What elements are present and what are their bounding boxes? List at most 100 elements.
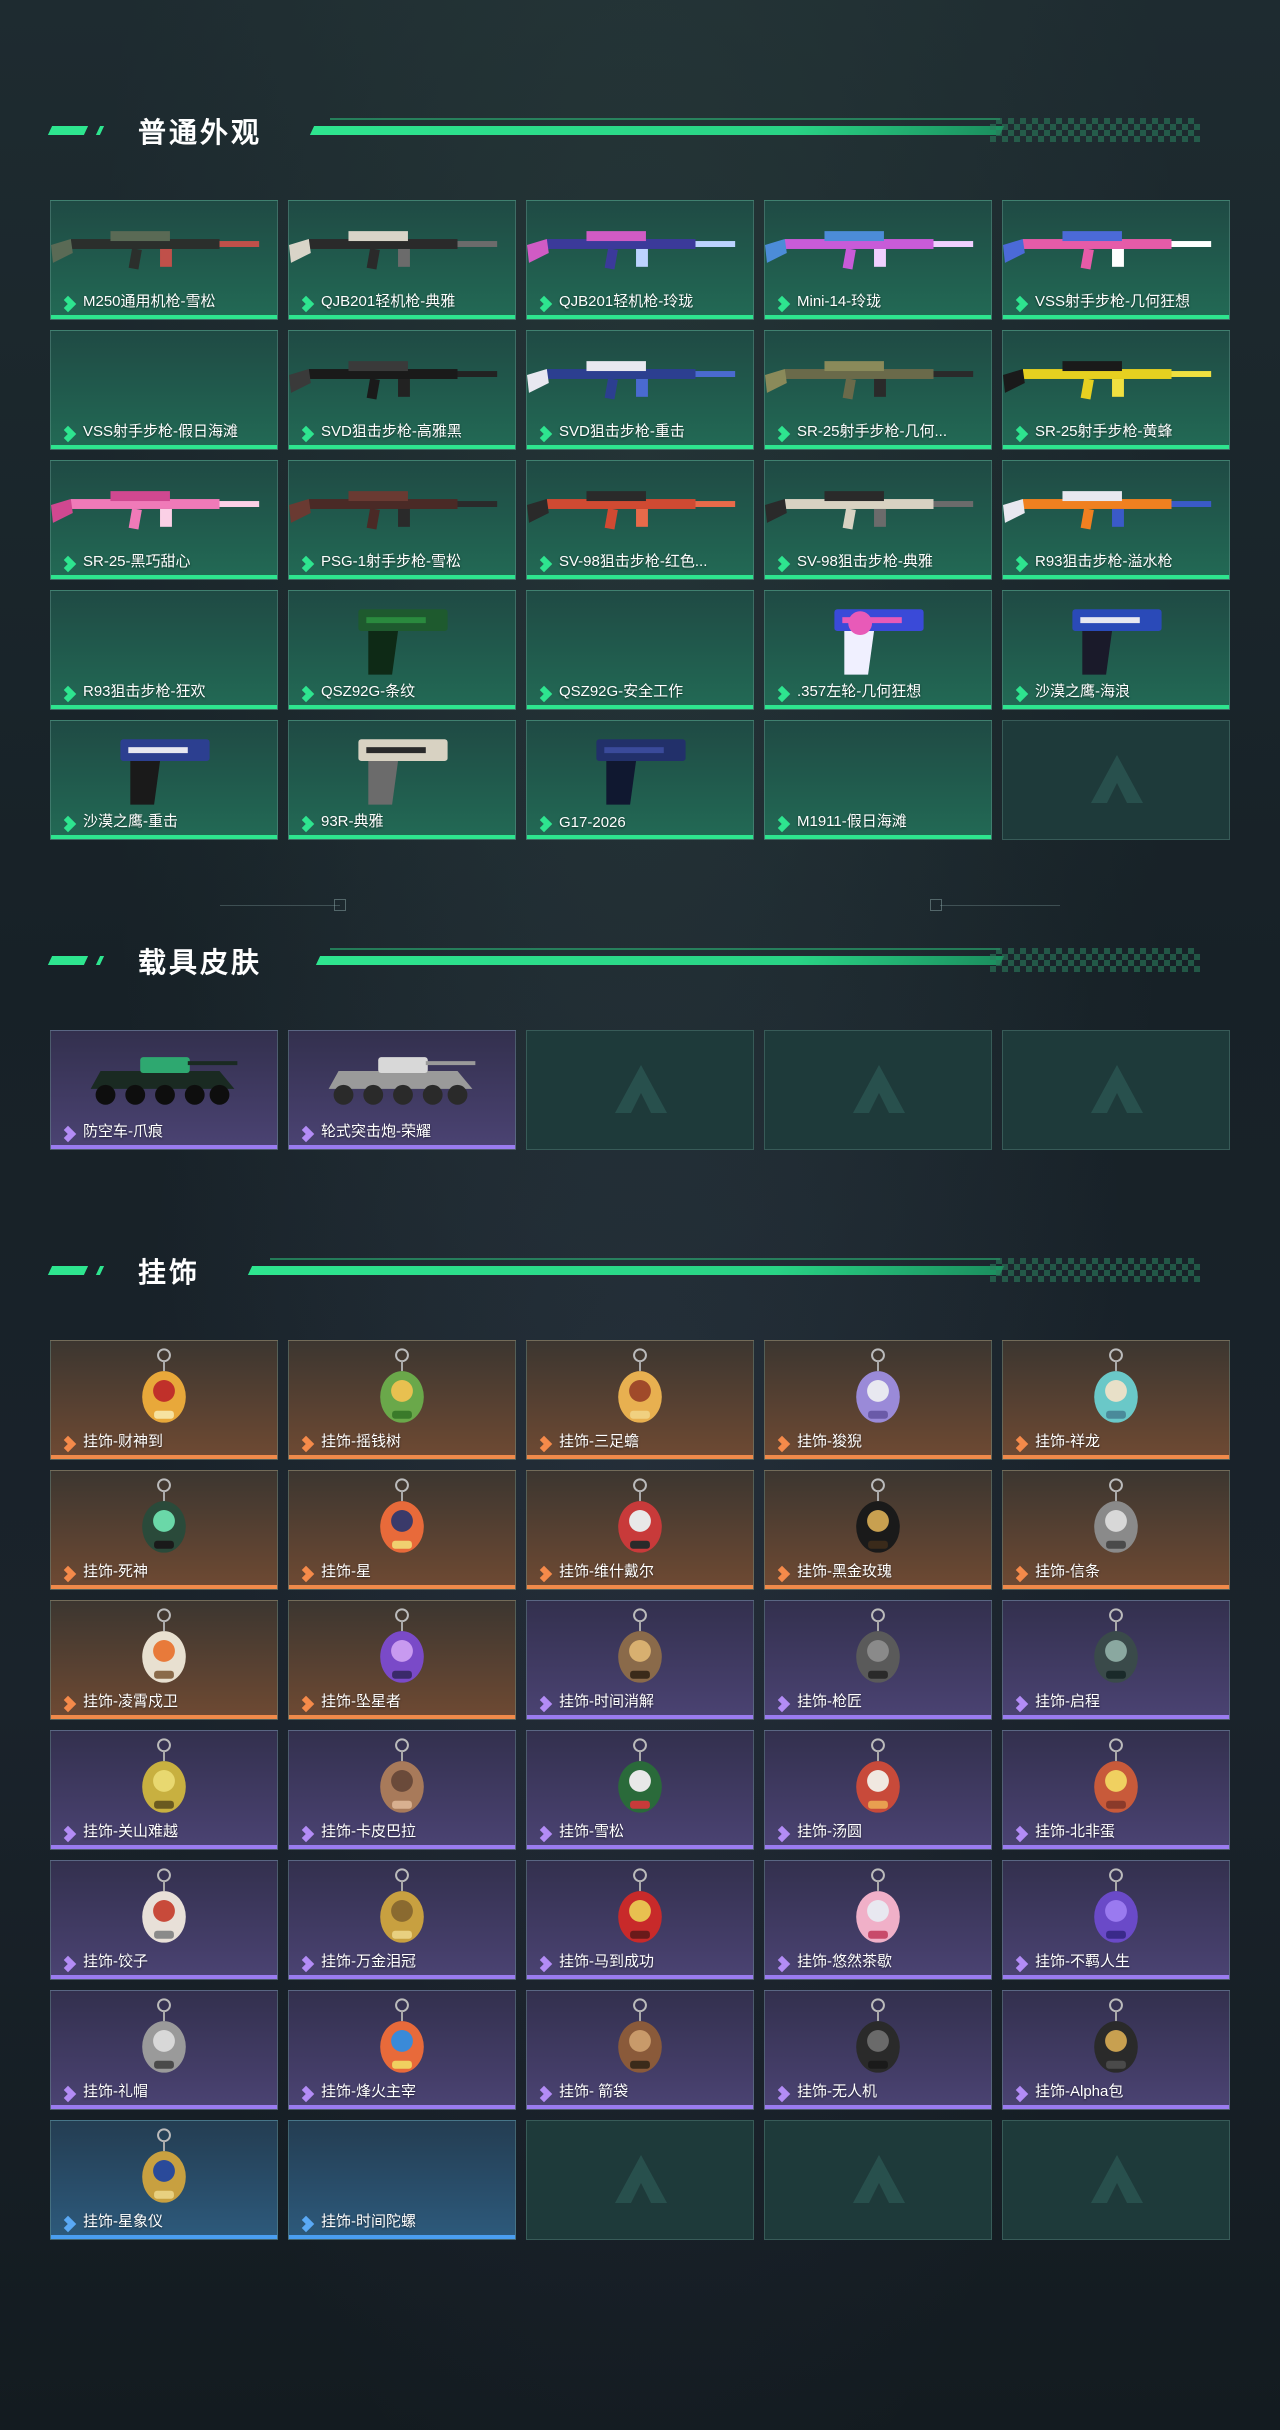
skin-card[interactable]: 沙漠之鹰-海浪 — [1002, 590, 1230, 710]
skin-card[interactable]: 挂饰-祥龙 — [1002, 1340, 1230, 1460]
skin-card[interactable]: 挂饰-饺子 — [50, 1860, 278, 1980]
skin-card[interactable]: 挂饰-星 — [288, 1470, 516, 1590]
gun-receiver — [110, 491, 170, 502]
gun-magazine — [398, 378, 410, 397]
skin-card[interactable]: 挂饰-枪匠 — [764, 1600, 992, 1720]
skin-card[interactable]: 挂饰-死神 — [50, 1470, 278, 1590]
skin-card[interactable]: M250通用机枪-雪松 — [50, 200, 278, 320]
charm-ring — [395, 1868, 409, 1883]
rarity-diamond-icon — [301, 295, 315, 313]
gun-receiver — [1062, 231, 1122, 242]
pistol-grip — [368, 761, 399, 805]
vehicle-turret — [378, 1057, 428, 1074]
skin-card[interactable]: SR-25-黑巧甜心 — [50, 460, 278, 580]
skin-card[interactable]: G17-2026 — [526, 720, 754, 840]
skin-card[interactable]: 挂饰-马到成功 — [526, 1860, 754, 1980]
skin-card[interactable]: R93狙击步枪-狂欢 — [50, 590, 278, 710]
skin-card[interactable]: R93狙击步枪-溢水枪 — [1002, 460, 1230, 580]
skin-card[interactable]: 挂饰-礼帽 — [50, 1990, 278, 2110]
skin-card[interactable]: 挂饰-时间陀螺 — [288, 2120, 516, 2240]
gun-magazine — [398, 248, 410, 267]
skin-card[interactable]: 挂饰-Alpha包 — [1002, 1990, 1230, 2110]
skin-card[interactable]: 挂饰-时间消解 — [526, 1600, 754, 1720]
rarity-diamond-icon — [777, 1695, 791, 1713]
skin-card[interactable]: SR-25射手步枪-几何... — [764, 330, 992, 450]
charm-detail — [629, 1900, 651, 1922]
pistol-detail — [366, 617, 426, 624]
item-label: PSG-1射手步枪-雪松 — [321, 553, 462, 570]
skin-card[interactable]: 挂饰-三足蟾 — [526, 1340, 754, 1460]
skin-card[interactable]: .357左轮-几何狂想 — [764, 590, 992, 710]
rarity-diamond-icon — [301, 1695, 315, 1713]
skin-card[interactable]: VSS射手步枪-假日海滩 — [50, 330, 278, 450]
skin-card[interactable]: 挂饰-卡皮巴拉 — [288, 1730, 516, 1850]
item-label: SR-25-黑巧甜心 — [83, 553, 191, 570]
skin-card[interactable]: 挂饰-不羁人生 — [1002, 1860, 1230, 1980]
item-image — [380, 1608, 424, 1683]
gun-barrel — [457, 501, 498, 507]
skin-card[interactable]: 挂饰-悠然茶歇 — [764, 1860, 992, 1980]
skin-card[interactable]: SV-98狙击步枪-典雅 — [764, 460, 992, 580]
skin-card[interactable]: 挂饰-凌霄戍卫 — [50, 1600, 278, 1720]
skin-card[interactable]: 93R-典雅 — [288, 720, 516, 840]
item-image — [51, 591, 277, 681]
skin-card[interactable]: 挂饰-北非蛋 — [1002, 1730, 1230, 1850]
skin-card[interactable]: 挂饰-关山难越 — [50, 1730, 278, 1850]
charm-detail — [1105, 2030, 1127, 2052]
item-image — [380, 1738, 424, 1813]
skin-card[interactable]: QJB201轻机枪-典雅 — [288, 200, 516, 320]
item-image — [618, 1478, 662, 1553]
rarity-diamond-icon — [301, 2085, 315, 2103]
skin-card[interactable]: 挂饰-无人机 — [764, 1990, 992, 2110]
skin-card[interactable]: SR-25射手步枪-黄蜂 — [1002, 330, 1230, 450]
skin-card[interactable]: 挂饰-万金泪冠 — [288, 1860, 516, 1980]
gun-magazine — [1112, 248, 1124, 267]
skin-card[interactable]: 挂饰-雪松 — [526, 1730, 754, 1850]
charm-ring — [1109, 1348, 1123, 1363]
skin-card[interactable]: 挂饰-狻猊 — [764, 1340, 992, 1460]
rarity-stripe — [1003, 315, 1229, 319]
skin-card[interactable]: 挂饰-信条 — [1002, 1470, 1230, 1590]
item-image — [142, 1608, 186, 1683]
skin-card[interactable]: Mini-14-玲珑 — [764, 200, 992, 320]
skin-card[interactable]: VSS射手步枪-几何狂想 — [1002, 200, 1230, 320]
skin-card[interactable]: 沙漠之鹰-重击 — [50, 720, 278, 840]
item-label: 防空车-爪痕 — [83, 1123, 163, 1140]
rarity-diamond-icon — [1015, 2085, 1029, 2103]
skin-card[interactable]: 防空车-爪痕 — [50, 1030, 278, 1150]
charm-detail — [1105, 1900, 1127, 1922]
rarity-stripe — [289, 1715, 515, 1719]
skin-card[interactable]: M1911-假日海滩 — [764, 720, 992, 840]
rarity-stripe — [527, 2105, 753, 2109]
skin-card[interactable]: 挂饰-星象仪 — [50, 2120, 278, 2240]
skin-card[interactable]: 挂饰-黑金玫瑰 — [764, 1470, 992, 1590]
skin-card[interactable]: QJB201轻机枪-玲珑 — [526, 200, 754, 320]
gun-receiver — [586, 491, 646, 502]
skin-card[interactable]: 挂饰-汤圆 — [764, 1730, 992, 1850]
item-image — [527, 491, 736, 530]
skin-card[interactable]: SVD狙击步枪-重击 — [526, 330, 754, 450]
rarity-stripe — [289, 1845, 515, 1849]
gun-stock — [1003, 369, 1025, 393]
item-image — [380, 1478, 424, 1553]
skin-card[interactable]: 挂饰-烽火主宰 — [288, 1990, 516, 2110]
skin-card[interactable]: PSG-1射手步枪-雪松 — [288, 460, 516, 580]
item-label: 挂饰-枪匠 — [797, 1693, 862, 1710]
charm-base — [154, 1410, 174, 1419]
skin-card[interactable]: 轮式突击炮-荣耀 — [288, 1030, 516, 1150]
rarity-stripe — [51, 2105, 277, 2109]
rarity-diamond-icon — [777, 685, 791, 703]
skin-card[interactable]: 挂饰-坠星者 — [288, 1600, 516, 1720]
skin-card[interactable]: 挂饰-摇钱树 — [288, 1340, 516, 1460]
skin-card[interactable]: QSZ92G-安全工作 — [526, 590, 754, 710]
skin-card[interactable]: 挂饰-维什戴尔 — [526, 1470, 754, 1590]
skin-card[interactable]: 挂饰- 箭袋 — [526, 1990, 754, 2110]
rarity-stripe — [765, 1975, 991, 1979]
skin-card[interactable]: QSZ92G-条纹 — [288, 590, 516, 710]
skin-card[interactable]: SVD狙击步枪-高雅黑 — [288, 330, 516, 450]
item-image — [596, 739, 686, 805]
skin-card[interactable]: 挂饰-财神到 — [50, 1340, 278, 1460]
rarity-diamond-icon — [63, 295, 77, 313]
skin-card[interactable]: SV-98狙击步枪-红色... — [526, 460, 754, 580]
skin-card[interactable]: 挂饰-启程 — [1002, 1600, 1230, 1720]
